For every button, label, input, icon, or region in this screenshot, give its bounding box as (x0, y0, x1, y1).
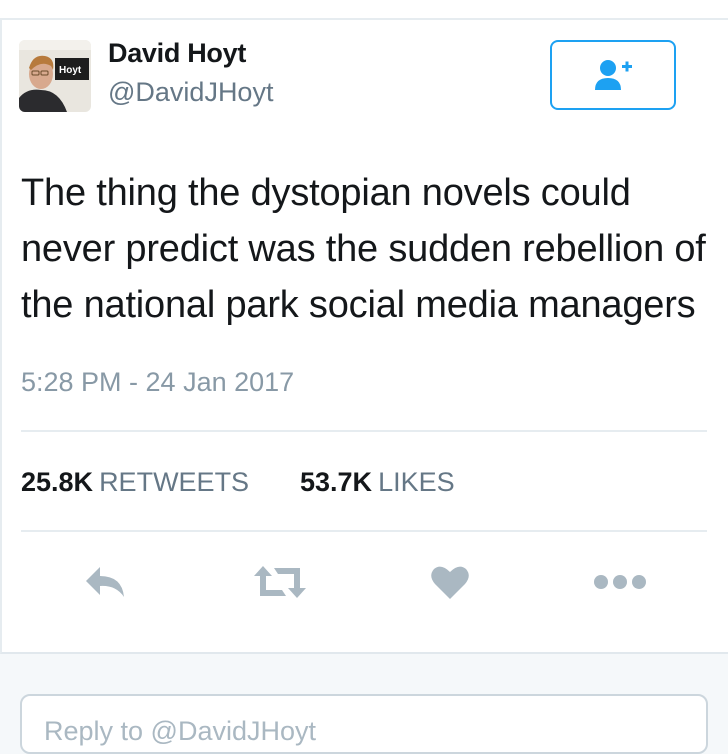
more-icon (594, 575, 646, 589)
more-button[interactable] (592, 560, 648, 604)
retweet-icon (254, 566, 306, 598)
likes-count: 53.7K (300, 467, 373, 497)
reply-icon (86, 567, 124, 597)
author-name[interactable]: David Hoyt (108, 38, 246, 69)
tweet-timestamp[interactable]: 5:28 PM - 24 Jan 2017 (21, 367, 294, 398)
retweets-label: RETWEETS (99, 467, 250, 497)
divider (21, 530, 707, 532)
follow-button[interactable] (550, 40, 676, 110)
likes-label: LIKES (378, 467, 455, 497)
follow-user-plus-icon (595, 60, 632, 90)
reply-input[interactable]: Reply to @DavidJHoyt (20, 694, 708, 754)
author-handle[interactable]: @DavidJHoyt (108, 77, 273, 108)
retweet-button[interactable] (252, 560, 308, 604)
heart-icon (431, 566, 469, 599)
like-button[interactable] (422, 560, 478, 604)
reply-placeholder: Reply to @DavidJHoyt (44, 716, 317, 746)
reply-button[interactable] (78, 560, 134, 604)
retweets-count: 25.8K (21, 467, 94, 497)
retweets-stat[interactable]: 25.8K RETWEETS (21, 467, 249, 498)
avatar-sign-text: Hoyt (59, 65, 82, 76)
top-divider (0, 0, 728, 20)
avatar[interactable]: Hoyt (19, 40, 91, 112)
divider (21, 430, 707, 432)
likes-stat[interactable]: 53.7K LIKES (300, 467, 455, 498)
tweet-card (0, 20, 728, 654)
tweet-text: The thing the dystopian novels could nev… (21, 172, 706, 326)
